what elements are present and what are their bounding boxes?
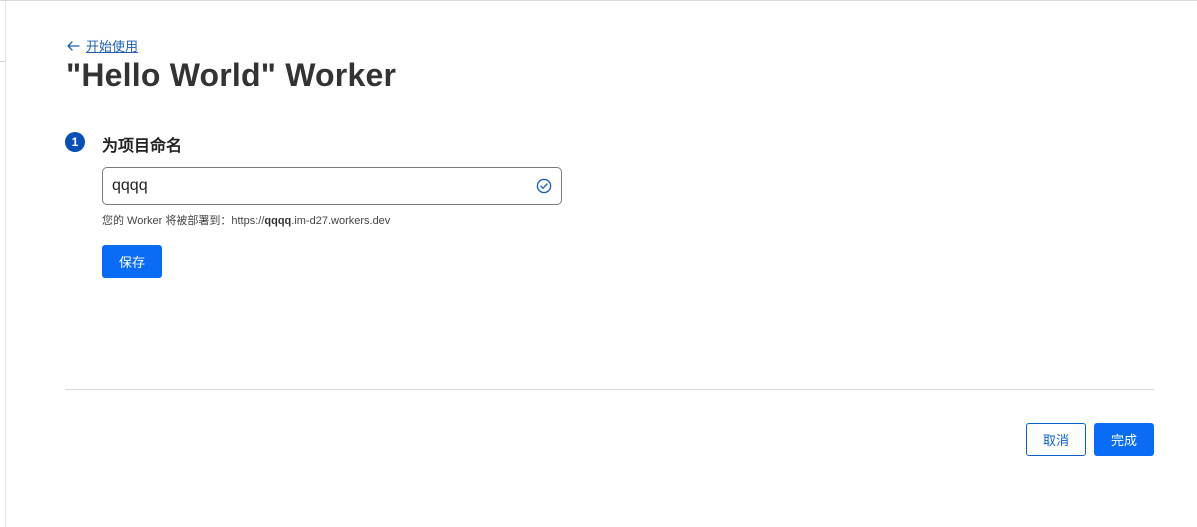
step-title: 为项目命名 [102, 138, 183, 155]
left-panel-edge [0, 1, 6, 527]
save-button[interactable]: 保存 [102, 245, 162, 278]
project-name-input[interactable] [103, 169, 522, 203]
left-panel-divider [0, 61, 6, 62]
done-button[interactable]: 完成 [1094, 423, 1154, 456]
back-link-label[interactable]: 开始使用 [86, 36, 138, 55]
page-frame: 开始使用 "Hello World" Worker 1 为项目命名 您的 Wor… [0, 0, 1197, 527]
hint-prefix: 您的 Worker 将被部署到：https:// [102, 215, 265, 227]
cancel-button[interactable]: 取消 [1026, 423, 1086, 456]
deploy-url-hint: 您的 Worker 将被部署到：https://qqqq.im-d27.work… [102, 212, 390, 228]
check-circle-icon [536, 178, 552, 194]
step-number-badge: 1 [65, 132, 85, 152]
page-title: "Hello World" Worker [66, 57, 397, 93]
back-link[interactable]: 开始使用 [66, 36, 138, 55]
hint-worker-name: qqqq [264, 215, 292, 227]
divider [65, 389, 1154, 390]
arrow-left-icon [67, 40, 80, 51]
hint-suffix: .im-d27.workers.dev [291, 215, 391, 227]
project-name-field[interactable] [102, 167, 562, 205]
